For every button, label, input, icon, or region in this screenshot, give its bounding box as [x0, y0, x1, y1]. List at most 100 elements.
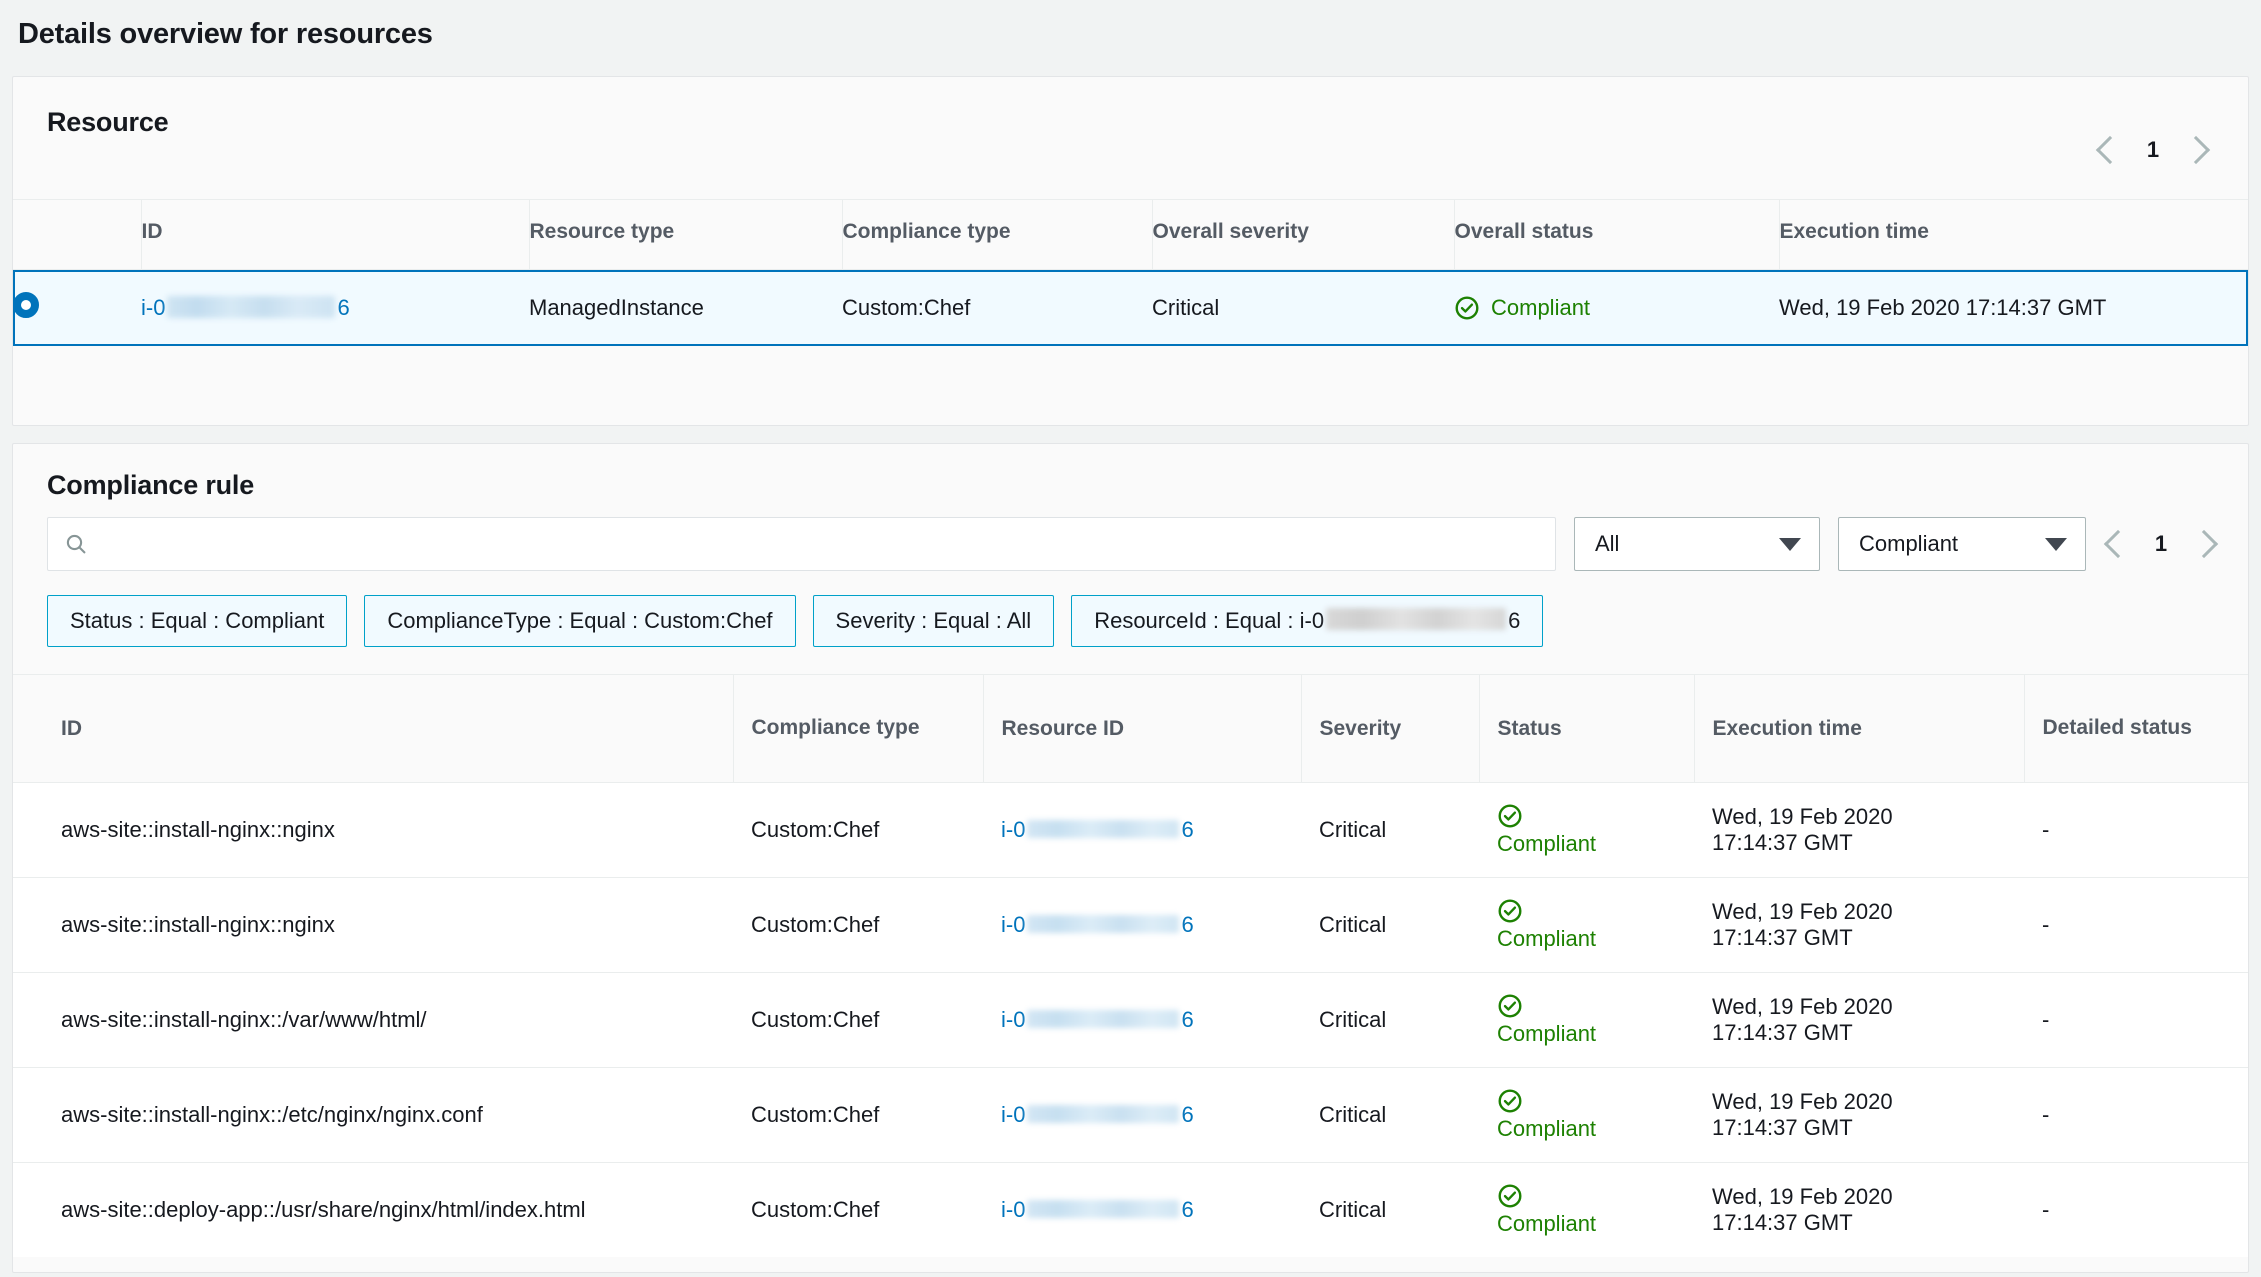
rule-column-header-detailed-status[interactable]: Detailed status [2023, 674, 2248, 783]
resource-column-header-overall-status[interactable]: Overall status [1453, 199, 1779, 270]
rule-cell-compliance-type: Custom:Chef [733, 1162, 983, 1257]
resource-table-header-row: ID Resource type Compliance type Overall… [13, 199, 2248, 270]
rule-cell-detailed-status: - [2024, 782, 2248, 878]
resource-column-header-resource-type[interactable]: Resource type [528, 199, 842, 270]
rule-cell-compliance-type: Custom:Chef [733, 782, 983, 878]
next-page-icon[interactable] [2189, 529, 2219, 559]
rule-resource-id-prefix: i-0 [1001, 817, 1026, 842]
rule-resource-id-suffix: 6 [1181, 1102, 1194, 1127]
rule-resource-id-prefix: i-0 [1001, 1007, 1026, 1032]
resource-row-select-cell [13, 270, 141, 347]
rule-execution-time: 17:14:37 GMT [1712, 830, 1853, 855]
resource-row-id[interactable]: i-0 6 [141, 270, 529, 347]
compliance-rule-row[interactable]: aws-site::install-nginx::nginx Custom:Che… [13, 877, 2248, 973]
resource-id-redaction [167, 296, 336, 319]
compliance-rule-row[interactable]: aws-site::deploy-app::/usr/share/nginx/h… [13, 1162, 2248, 1257]
filter-token-list: Status : Equal : Compliant ComplianceTyp… [13, 571, 2248, 647]
rule-resource-id-suffix: 6 [1181, 817, 1194, 842]
check-circle-icon [1498, 899, 1522, 923]
rule-cell-detailed-status: - [2024, 877, 2248, 973]
resource-column-header-execution-time[interactable]: Execution time [1778, 199, 2248, 270]
compliance-rule-card: Compliance rule All Compliant 1 Status:… [12, 443, 2249, 1273]
rule-column-header-execution-time[interactable]: Execution time [1693, 674, 2024, 783]
compliance-rule-pagination: 1 [2103, 529, 2219, 559]
rule-cell-id: aws-site::deploy-app::/usr/share/nginx/h… [13, 1162, 733, 1257]
resource-table: ID Resource type Compliance type Overall… [13, 199, 2248, 346]
rule-cell-status: Compliant [1479, 1162, 1694, 1257]
resource-column-header-compliance-type[interactable]: Compliance type [841, 199, 1152, 270]
rule-column-header-status[interactable]: Status [1478, 674, 1694, 783]
severity-filter-select[interactable]: All [1574, 517, 1820, 571]
rule-cell-execution-time: Wed, 19 Feb 2020 17:14:37 GMT [1694, 782, 2024, 878]
rule-column-header-compliance-type-text: Compliance type [751, 716, 920, 740]
resource-row-radio[interactable] [13, 292, 39, 318]
next-page-icon[interactable] [2181, 135, 2211, 165]
rule-cell-resource-id[interactable]: i-0 6 [983, 782, 1301, 878]
rule-cell-id: aws-site::install-nginx::/var/www/html/ [13, 972, 733, 1068]
rule-resource-id-redaction [1027, 1010, 1180, 1029]
resource-table-row[interactable]: i-0 6 ManagedInstance Custom:Chef Critica… [13, 269, 2248, 347]
check-circle-icon [1498, 994, 1522, 1018]
rule-resource-id-redaction [1027, 915, 1180, 934]
check-circle-icon [1498, 1089, 1522, 1113]
compliance-rule-section-title: Compliance rule [47, 470, 255, 500]
severity-filter-value: All [1595, 531, 1620, 556]
rule-column-header-severity[interactable]: Severity [1300, 674, 1479, 783]
rule-cell-id: aws-site::install-nginx::nginx [13, 782, 733, 878]
rule-execution-time: 17:14:37 GMT [1712, 925, 1853, 950]
rule-cell-detailed-status: - [2024, 1162, 2248, 1257]
compliance-rule-page-number[interactable]: 1 [2154, 531, 2168, 557]
previous-page-icon[interactable] [2103, 529, 2133, 559]
filter-token-status[interactable]: Status : Equal : Compliant [47, 595, 348, 647]
rule-cell-resource-id[interactable]: i-0 6 [983, 1162, 1301, 1257]
resource-section-title: Resource [47, 107, 169, 137]
rule-execution-time: 17:14:37 GMT [1712, 1115, 1853, 1140]
rule-cell-status: Compliant [1479, 782, 1694, 878]
compliance-rule-header-row: ID Compliance type Resource ID Severity … [13, 674, 2248, 783]
resource-select-column-header [13, 199, 141, 270]
rule-resource-id-suffix: 6 [1181, 912, 1194, 937]
search-input[interactable] [102, 531, 1539, 557]
status-filter-value: Compliant [1859, 531, 1959, 556]
rule-status-label: Compliant [1497, 926, 1597, 951]
resource-column-header-overall-severity[interactable]: Overall severity [1151, 199, 1454, 270]
rule-resource-id-prefix: i-0 [1001, 1102, 1026, 1127]
resource-row-overall-severity: Critical [1152, 295, 1220, 320]
rule-column-header-compliance-type[interactable]: Compliance type [732, 674, 983, 783]
rule-status-label: Compliant [1497, 1116, 1597, 1141]
rule-cell-severity: Critical [1301, 782, 1479, 878]
status-filter-select[interactable]: Compliant [1838, 517, 2086, 571]
rule-execution-time: 17:14:37 GMT [1712, 1020, 1853, 1045]
search-box[interactable] [47, 517, 1556, 571]
rule-execution-date: Wed, 19 Feb 2020 [1712, 899, 1893, 925]
rule-cell-severity: Critical [1301, 1067, 1479, 1163]
rule-cell-resource-id[interactable]: i-0 6 [983, 972, 1301, 1068]
rule-cell-id: aws-site::install-nginx::nginx [13, 877, 733, 973]
rule-cell-resource-id[interactable]: i-0 6 [983, 1067, 1301, 1163]
rule-resource-id-suffix: 6 [1181, 1007, 1194, 1032]
filter-token-resource-id-redaction [1326, 608, 1507, 630]
resource-page-number[interactable]: 1 [2146, 137, 2160, 163]
check-circle-icon [1498, 1184, 1522, 1208]
previous-page-icon[interactable] [2095, 135, 2125, 165]
resource-column-header-id[interactable]: ID [140, 199, 529, 270]
filter-token-resource-id[interactable]: ResourceId : Equal : i-0 6 [1071, 595, 1544, 647]
rule-resource-id-prefix: i-0 [1001, 912, 1026, 937]
rule-status-label: Compliant [1497, 1211, 1597, 1236]
filter-token-compliance-type[interactable]: ComplianceType : Equal : Custom:Chef [364, 595, 796, 647]
compliance-rule-row[interactable]: aws-site::install-nginx::/var/www/html/C… [13, 972, 2248, 1068]
rule-column-header-resource-id[interactable]: Resource ID [982, 674, 1301, 783]
compliance-rule-table-body: aws-site::install-nginx::nginx Custom:Che… [13, 782, 2248, 1257]
rule-cell-compliance-type: Custom:Chef [733, 972, 983, 1068]
rule-status-label: Compliant [1497, 831, 1597, 856]
compliance-rule-row[interactable]: aws-site::install-nginx::nginx Custom:Che… [13, 782, 2248, 878]
filter-token-severity[interactable]: Severity : Equal : All [812, 595, 1055, 647]
rule-cell-severity: Critical [1301, 972, 1479, 1068]
resource-id-prefix: i-0 [141, 295, 166, 320]
compliance-rule-row[interactable]: aws-site::install-nginx::/etc/nginx/ngin… [13, 1067, 2248, 1163]
rule-cell-resource-id[interactable]: i-0 6 [983, 877, 1301, 973]
rule-execution-date: Wed, 19 Feb 2020 [1712, 1184, 1893, 1210]
rule-column-header-id[interactable]: ID [13, 674, 733, 783]
rule-cell-execution-time: Wed, 19 Feb 2020 17:14:37 GMT [1694, 972, 2024, 1068]
filter-token-resource-id-suffix: 6 [1508, 608, 1521, 633]
